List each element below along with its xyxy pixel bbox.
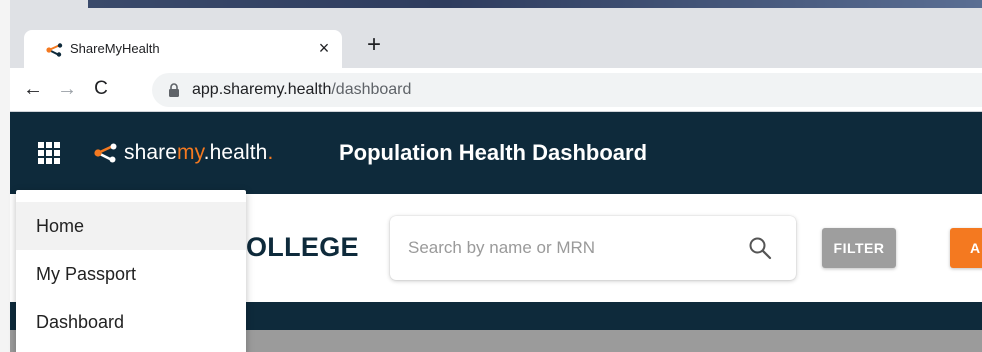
brand-suffix: .health xyxy=(203,141,268,164)
navigation-menu: Home My Passport Dashboard xyxy=(16,190,246,352)
app-header: sharemy.health. Population Health Dashbo… xyxy=(10,112,982,194)
apps-grid-icon[interactable] xyxy=(38,142,60,164)
sharemyhealth-logo-icon xyxy=(94,143,117,163)
search-icon[interactable] xyxy=(748,236,772,260)
screen: ShareMyHealth × + ← → C app.sharemy.heal… xyxy=(0,0,982,352)
brand-logo[interactable]: sharemy.health. xyxy=(94,138,273,168)
browser-toolbar: ← → C app.sharemy.health/dashboard xyxy=(10,68,982,112)
menu-item-home[interactable]: Home xyxy=(16,202,246,250)
reload-icon[interactable]: C xyxy=(88,76,114,102)
address-bar[interactable]: app.sharemy.health/dashboard xyxy=(152,73,982,107)
filter-button[interactable]: FILTER xyxy=(822,228,896,268)
forward-arrow-icon[interactable]: → xyxy=(54,76,80,102)
url-host: app.sharemy.health xyxy=(192,81,332,98)
url-path: /dashboard xyxy=(331,81,412,98)
add-button[interactable]: A xyxy=(950,228,982,268)
browser-tab[interactable]: ShareMyHealth × xyxy=(24,30,342,68)
browser-tabstrip: ShareMyHealth × + xyxy=(10,8,982,68)
desktop-backdrop xyxy=(88,0,982,8)
lock-icon xyxy=(169,83,179,97)
new-tab-icon[interactable]: + xyxy=(362,33,386,58)
brand-prefix: share xyxy=(124,141,178,164)
organization-name: OLLEGE xyxy=(246,232,359,262)
menu-item-dashboard[interactable]: Dashboard xyxy=(16,298,246,346)
back-arrow-icon[interactable]: ← xyxy=(20,76,46,102)
brand-wordmark: sharemy.health. xyxy=(124,141,273,165)
menu-item-my-passport[interactable]: My Passport xyxy=(16,250,246,298)
window-edge xyxy=(0,0,10,352)
search-box xyxy=(390,216,796,280)
sharemyhealth-favicon-icon xyxy=(46,43,63,57)
search-input[interactable] xyxy=(408,234,728,262)
brand-accent: my xyxy=(177,141,204,164)
tab-title: ShareMyHealth xyxy=(70,41,160,56)
url-text: app.sharemy.health/dashboard xyxy=(192,81,411,99)
brand-dot: . xyxy=(267,141,274,164)
close-tab-icon[interactable]: × xyxy=(314,38,334,58)
page-title: Population Health Dashboard xyxy=(339,140,648,165)
